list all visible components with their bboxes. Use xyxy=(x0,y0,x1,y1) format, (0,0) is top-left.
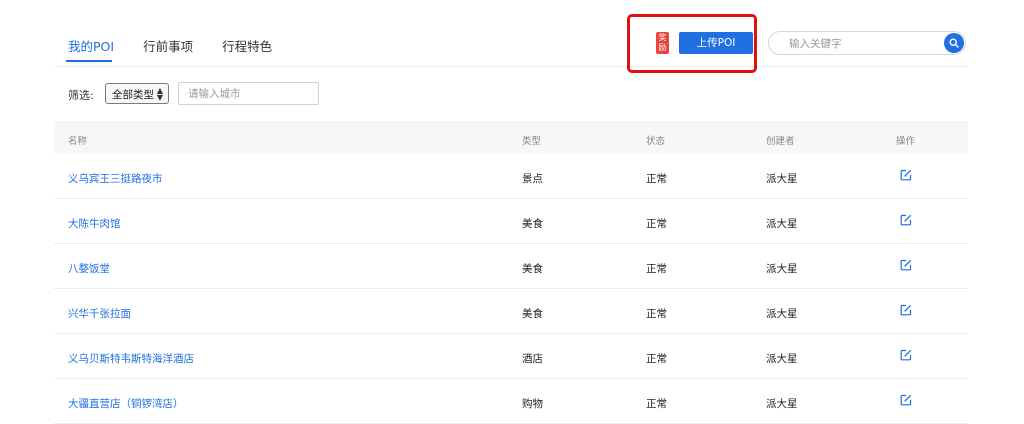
type-select[interactable]: 全部类型 ▲ ▼ xyxy=(105,83,169,104)
poi-name-link[interactable]: 八婺饭堂 xyxy=(68,261,110,276)
table-row: 义乌宾王三挺路夜市 景点 正常 派大星 xyxy=(54,154,968,199)
edit-icon[interactable] xyxy=(900,169,912,181)
poi-name-link[interactable]: 义乌贝斯特韦斯特海洋酒店 xyxy=(68,351,194,366)
poi-status: 正常 xyxy=(646,263,667,275)
search-input[interactable] xyxy=(787,35,941,53)
tab-trip-features[interactable]: 行程特色 xyxy=(222,36,272,56)
poi-status: 正常 xyxy=(646,218,667,230)
poi-creator: 派大星 xyxy=(766,398,798,410)
poi-creator: 派大星 xyxy=(766,263,798,275)
poi-creator: 派大星 xyxy=(766,218,798,230)
edit-icon[interactable] xyxy=(900,349,912,361)
tab-my-poi[interactable]: 我的POI xyxy=(68,36,114,56)
table-header: 名称 类型 状态 创建者 操作 xyxy=(54,122,968,154)
poi-name-link[interactable]: 兴华千张拉面 xyxy=(68,306,131,321)
header-action: 操作 xyxy=(896,136,916,147)
header-creator: 创建者 xyxy=(766,136,795,147)
poi-type: 酒店 xyxy=(522,353,543,365)
poi-creator: 派大星 xyxy=(766,308,798,320)
search-icon xyxy=(949,38,959,48)
type-select-value: 全部类型 xyxy=(112,89,154,101)
city-input[interactable] xyxy=(178,82,319,105)
header-type: 类型 xyxy=(522,136,542,147)
active-tab-indicator xyxy=(66,60,112,62)
edit-icon[interactable] xyxy=(900,304,912,316)
poi-table: 名称 类型 状态 创建者 操作 义乌宾王三挺路夜市 景点 正常 派大星 大陈牛肉馆 美食正… xyxy=(54,122,968,424)
search-button[interactable] xyxy=(944,33,964,53)
poi-status: 正常 xyxy=(646,353,667,365)
table-row: 义乌贝斯特韦斯特海洋酒店 酒店 正常 派大星 xyxy=(54,334,968,379)
poi-name-link[interactable]: 大陈牛肉馆 xyxy=(68,216,121,231)
header-status: 状态 xyxy=(646,136,666,147)
poi-type: 购物 xyxy=(522,398,543,410)
tab-pre-trip[interactable]: 行前事项 xyxy=(143,36,193,56)
header-name: 名称 xyxy=(68,136,88,147)
reward-badge: 奖励 xyxy=(656,32,669,54)
edit-icon[interactable] xyxy=(900,394,912,406)
poi-status: 正常 xyxy=(646,308,667,320)
poi-creator: 派大星 xyxy=(766,353,798,365)
edit-icon[interactable] xyxy=(900,259,912,271)
table-row: 八婺饭堂 美食 正常 派大星 xyxy=(54,244,968,289)
poi-type: 美食 xyxy=(522,263,543,275)
poi-type: 景点 xyxy=(522,173,543,185)
filter-label: 筛选: xyxy=(68,89,94,102)
poi-status: 正常 xyxy=(646,398,667,410)
up-down-arrows-icon: ▲ ▼ xyxy=(156,86,163,102)
poi-type: 美食 xyxy=(522,308,543,320)
poi-status: 正常 xyxy=(646,173,667,185)
tab-bar: 我的POI 行前事项 行程特色 xyxy=(68,36,301,56)
poi-name-link[interactable]: 义乌宾王三挺路夜市 xyxy=(68,171,163,186)
search-box xyxy=(768,31,966,55)
upload-poi-button[interactable]: 上传POI xyxy=(679,32,753,54)
poi-name-link[interactable]: 大疆直营店（铜锣湾店） xyxy=(68,396,184,411)
poi-creator: 派大星 xyxy=(766,173,798,185)
table-row: 大陈牛肉馆 美食 正常 派大星 xyxy=(54,199,968,244)
table-row: 大疆直营店（铜锣湾店） 购物 正常 派大星 xyxy=(54,379,968,424)
poi-type: 美食 xyxy=(522,218,543,230)
edit-icon[interactable] xyxy=(900,214,912,226)
header-divider xyxy=(54,66,968,67)
table-row: 兴华千张拉面 美食 正常 派大星 xyxy=(54,289,968,334)
